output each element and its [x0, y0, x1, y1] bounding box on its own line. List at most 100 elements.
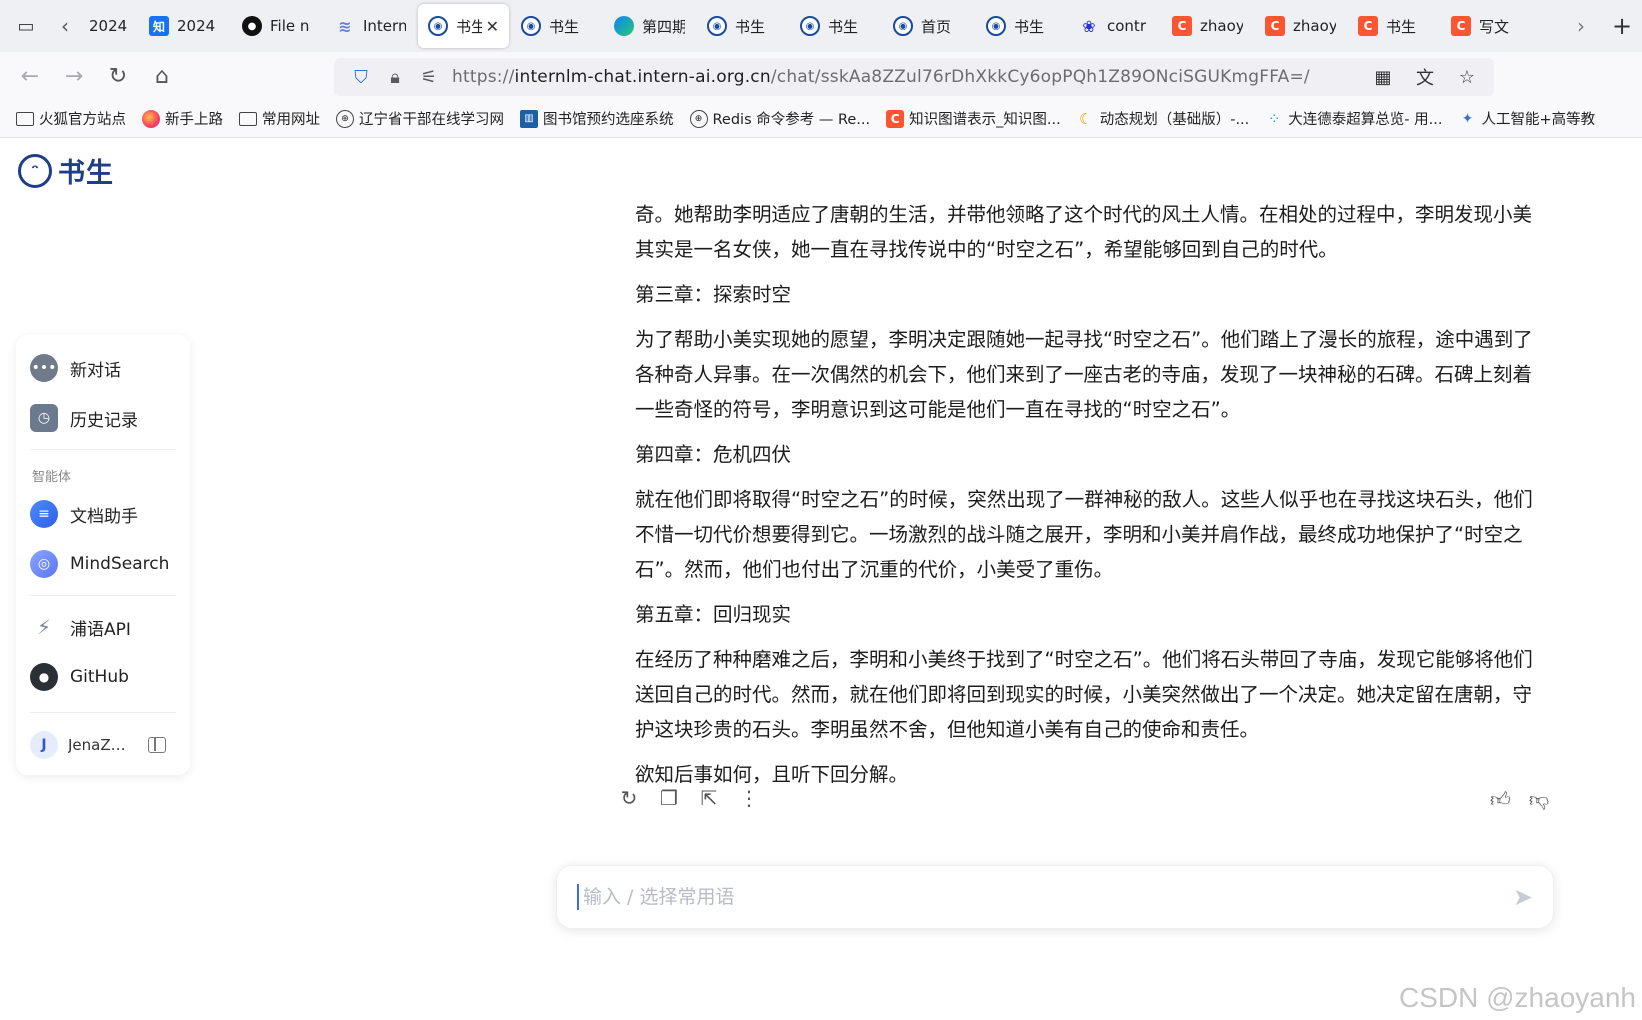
- sidebar-item-label: 新对话: [70, 360, 121, 381]
- thumbs-down-icon[interactable]: 👎︎: [1529, 787, 1549, 812]
- message-paragraph: 第五章：回归现实: [635, 603, 792, 626]
- translate-icon[interactable]: 文: [1408, 62, 1442, 92]
- sidebar: ••• 新对话 ◷ 历史记录 智能体 ≡ 文档助手 ◎ MindSearch ⚡…: [16, 335, 190, 775]
- bookmark-star-icon[interactable]: ☆: [1450, 62, 1484, 92]
- csdn-icon: C: [1358, 16, 1378, 36]
- sidebar-item-history[interactable]: ◷ 历史记录: [16, 393, 190, 443]
- bot-icon: ◉: [893, 16, 913, 36]
- message-paragraph: 奇。她帮助李明适应了唐朝的生活，并带他领略了这个时代的风土人情。在相处的过程中，…: [635, 203, 1533, 261]
- bookmark-item[interactable]: 常用网址: [239, 108, 320, 129]
- bookmark-item[interactable]: ⁘ 大连德泰超算总览- 用...: [1265, 108, 1442, 129]
- browser-tab[interactable]: ◉ 书生: [976, 4, 1067, 48]
- tracking-protection-shield-icon[interactable]: ⛉: [344, 62, 378, 92]
- browser-tab[interactable]: C 写文: [1441, 4, 1532, 48]
- tab-title: 书生: [456, 17, 482, 36]
- sidebar-item-mindsearch[interactable]: ◎ MindSearch: [16, 539, 190, 589]
- sidebar-collapse-icon[interactable]: [148, 737, 166, 753]
- browser-tab[interactable]: 第四期: [604, 4, 695, 48]
- github-icon: ●: [242, 16, 262, 36]
- bot-icon: ◉: [986, 16, 1006, 36]
- bookmark-label: 火狐官方站点: [39, 112, 126, 128]
- navigation-bar: ← → ↻ ⌂ ⛉ 🔒︎ ⚟ https://internlm-chat.int…: [0, 52, 1642, 100]
- browser-tab[interactable]: ❀ contr: [1069, 4, 1160, 48]
- copy-icon[interactable]: ❐: [658, 786, 680, 810]
- chat-bubble-icon: •••: [30, 354, 58, 382]
- browser-tab[interactable]: ◉ 书生: [511, 4, 602, 48]
- browser-tab[interactable]: ◉ 书生 ✕: [418, 4, 509, 48]
- zhihu-icon: 知: [149, 16, 169, 36]
- browser-tab[interactable]: 2024: [79, 4, 137, 48]
- bookmark-label: 知识图谱表示_知识图...: [909, 112, 1061, 128]
- permissions-icon[interactable]: ⚟: [412, 62, 446, 92]
- sidebar-item-api[interactable]: ⚡︎ 浦语API: [16, 602, 190, 652]
- bookmark-label: 新手上路: [165, 112, 223, 128]
- folder-icon: [16, 111, 34, 126]
- bot-icon: ◉: [707, 16, 727, 36]
- qr-code-icon[interactable]: ▦: [1366, 62, 1400, 92]
- app-logo[interactable]: ᵔ 书生: [18, 151, 114, 190]
- new-tab-button[interactable]: +: [1602, 0, 1642, 52]
- csdn-icon: C: [1451, 16, 1471, 36]
- bookmark-item[interactable]: ✦ 人工智能+高等教: [1458, 108, 1596, 129]
- avatar: J: [30, 731, 58, 759]
- tab-title: 书生: [828, 17, 859, 36]
- bookmark-label: Redis 命令参考 — Re...: [712, 112, 871, 128]
- tab-scroll-left-icon[interactable]: ‹: [52, 0, 78, 52]
- folder-icon: [239, 111, 257, 126]
- chat-page: ᵔ 书生 ••• 新对话 ◷ 历史记录 智能体 ≡ 文档助手 ◎ MindSea…: [0, 139, 1642, 1020]
- sidebar-item-github[interactable]: ● GitHub: [16, 652, 190, 702]
- bookmark-item[interactable]: 火狐官方站点: [16, 108, 126, 129]
- home-button[interactable]: ⌂: [140, 56, 184, 96]
- bookmark-label: 图书馆预约选座系统: [543, 112, 674, 128]
- browser-tab[interactable]: Czhaoy: [1162, 4, 1253, 48]
- browser-tab[interactable]: ≋ Intern: [325, 4, 416, 48]
- url-path: /chat/sskAa8ZZul76rDhXkkCy6opPQh1Z89ONci…: [770, 67, 1310, 87]
- tab-scroll-right-icon[interactable]: ›: [1568, 0, 1594, 52]
- lock-icon[interactable]: 🔒︎: [378, 62, 412, 92]
- chat-input[interactable]: [577, 884, 1503, 910]
- logo-mascot-icon: ᵔ: [18, 153, 52, 188]
- thumbs-up-icon[interactable]: 👍︎: [1490, 787, 1511, 812]
- sidebar-item-new-chat[interactable]: ••• 新对话: [16, 343, 190, 393]
- share-icon[interactable]: ⇱: [698, 786, 720, 810]
- browser-tab-bar: ▭ ‹ 2024 知 2024 ● File n ≋ Intern ◉ 书生 ✕ ◉ 书生 第四期 ◉ 书生…: [0, 0, 1642, 52]
- bookmark-item[interactable]: ☾ 动态规划（基础版）-...: [1077, 108, 1250, 129]
- send-icon[interactable]: ➤: [1513, 883, 1533, 911]
- bookmark-item[interactable]: 新手上路: [142, 108, 223, 129]
- bookmark-item[interactable]: ▥ 图书馆预约选座系统: [520, 108, 674, 129]
- close-tab-icon[interactable]: ✕: [486, 17, 499, 36]
- bookmark-item[interactable]: C 知识图谱表示_知识图...: [886, 108, 1061, 129]
- tab-list-icon[interactable]: ▭: [0, 0, 52, 52]
- tab-strip: 2024 知 2024 ● File n ≋ Intern ◉ 书生 ✕ ◉ 书生 第四期 ◉ 书生 ◉ 书生 ◉…: [78, 4, 1533, 48]
- browser-tab[interactable]: ● File n: [232, 4, 323, 48]
- sidebar-divider: [30, 712, 176, 713]
- browser-tab[interactable]: ◉ 首页: [883, 4, 974, 48]
- back-button[interactable]: ←: [8, 56, 52, 96]
- bookmark-item[interactable]: ⊕ Redis 命令参考 — Re...: [689, 108, 871, 129]
- sidebar-item-label: MindSearch: [70, 554, 170, 574]
- tab-title: File n: [270, 17, 310, 35]
- bookmark-item[interactable]: ⊕ 辽宁省干部在线学习网: [336, 108, 504, 129]
- sidebar-item-doc-assistant[interactable]: ≡ 文档助手: [16, 489, 190, 539]
- csdn-icon: C: [1265, 16, 1285, 36]
- browser-tab[interactable]: Czhaoy: [1255, 4, 1346, 48]
- url-scheme: https://: [452, 67, 515, 87]
- browser-tab[interactable]: ◉ 书生: [790, 4, 881, 48]
- api-plug-icon: ⚡︎: [36, 615, 52, 639]
- regenerate-icon[interactable]: ↻: [618, 786, 640, 810]
- more-options-icon[interactable]: ⋮: [738, 786, 760, 810]
- reload-button[interactable]: ↻: [96, 56, 140, 96]
- browser-tab[interactable]: 知 2024: [139, 4, 230, 48]
- c-icon: C: [886, 109, 905, 128]
- address-bar[interactable]: ⛉ 🔒︎ ⚟ https://internlm-chat.intern-ai.o…: [334, 58, 1494, 96]
- browser-tab[interactable]: C 书生: [1348, 4, 1439, 48]
- message-paragraph: 第三章：探索时空: [635, 283, 792, 306]
- user-profile[interactable]: J JenaZ…: [16, 721, 190, 769]
- bookmark-label: 动态规划（基础版）-...: [1099, 112, 1250, 128]
- browser-tab[interactable]: ◉ 书生: [697, 4, 788, 48]
- message-paragraph: 在经历了种种磨难之后，李明和小美终于找到了“时空之石”。他们将石头带回了寺庙，发…: [635, 648, 1533, 741]
- user-name: JenaZ…: [68, 736, 126, 754]
- url-text[interactable]: https://internlm-chat.intern-ai.org.cn/c…: [452, 67, 1366, 87]
- message-feedback: 👍︎ 👎︎: [1490, 787, 1549, 812]
- forward-button[interactable]: →: [52, 56, 96, 96]
